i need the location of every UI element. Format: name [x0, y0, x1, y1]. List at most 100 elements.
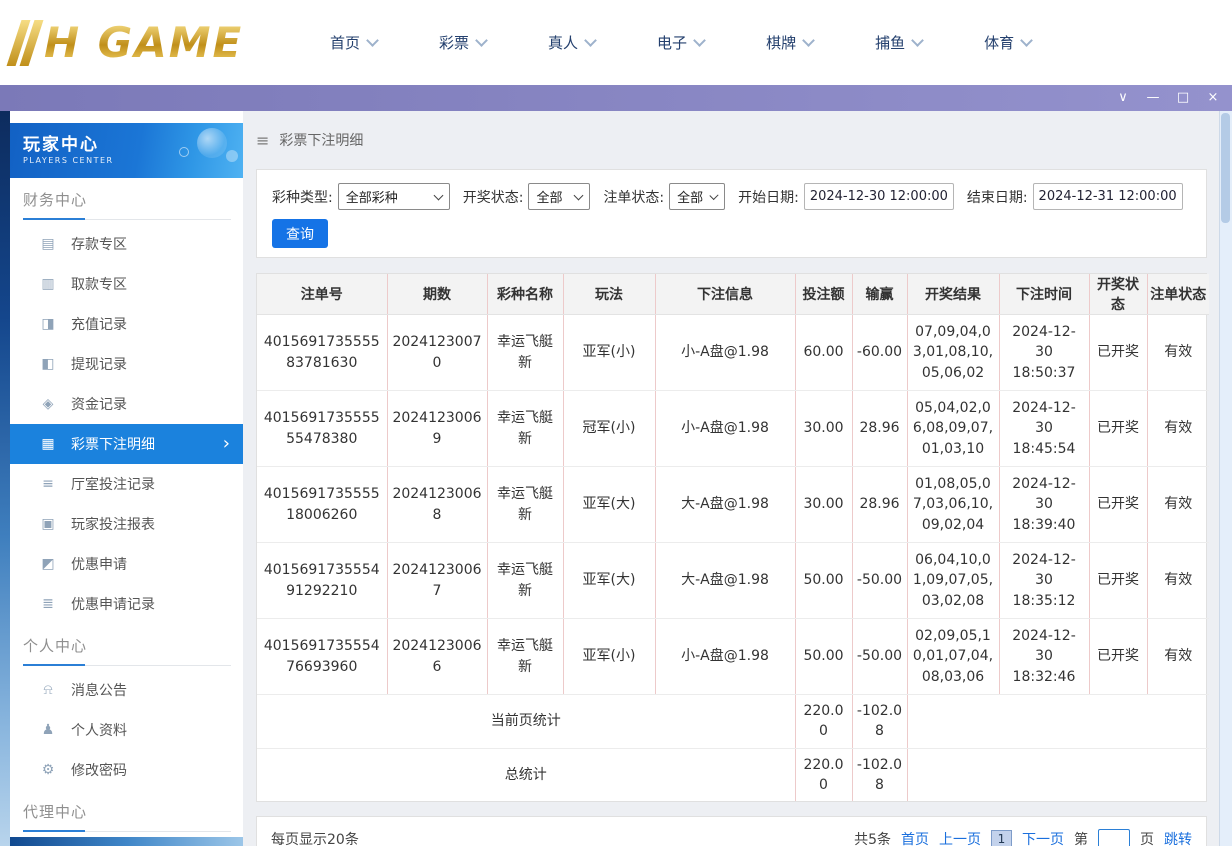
first-page-link[interactable]: 首页 [901, 829, 929, 846]
hall-records-icon: ≡ [40, 476, 56, 492]
table-cell: 401569173555555478380 [257, 391, 387, 467]
hamburger-icon[interactable]: ≡ [256, 131, 269, 150]
sidebar-item-hall-bet-records[interactable]: ≡厅室投注记录 [10, 464, 243, 504]
chevron-down-icon [366, 34, 379, 47]
sidebar-item-promo-apply[interactable]: ◩优惠申请 [10, 544, 243, 584]
sidebar-bottom-bar [10, 837, 243, 846]
chevron-down-icon [584, 34, 597, 47]
table-cell: 28.96 [852, 467, 907, 543]
nav-item-live[interactable]: 真人 [548, 32, 595, 53]
chevron-down-icon [693, 34, 706, 47]
table-cell: 已开奖 [1089, 619, 1147, 695]
end-date-input[interactable] [1033, 183, 1183, 210]
sidebar-header: 玩家中心 PLAYERS CENTER [10, 123, 243, 178]
chevron-down-icon [1020, 34, 1033, 47]
start-date-input[interactable] [804, 183, 954, 210]
table-cell: 已开奖 [1089, 391, 1147, 467]
table-cell: 有效 [1147, 467, 1209, 543]
column-header: 玩法 [563, 274, 655, 315]
table-cell: 亚军(小) [563, 619, 655, 695]
breadcrumb: ≡ 彩票下注明细 [256, 111, 1207, 169]
table-cell: 50.00 [795, 543, 852, 619]
summary-label: 当前页统计 [257, 695, 795, 749]
sidebar-item-label: 彩票下注明细 [71, 434, 155, 454]
sidebar-item-promo-apply-records[interactable]: ≣优惠申请记录 [10, 584, 243, 624]
table-cell: 有效 [1147, 619, 1209, 695]
table-cell: 02,09,05,10,01,07,04,08,03,06 [907, 619, 999, 695]
jump-suffix-label: 页 [1140, 829, 1154, 846]
table-body: 40156917355558378163020241230070幸运飞艇新亚军(… [257, 315, 1209, 802]
column-header: 下注信息 [655, 274, 795, 315]
prev-page-link[interactable]: 上一页 [939, 829, 981, 846]
sidebar-item-withdraw-zone[interactable]: ▥取款专区 [10, 264, 243, 304]
bet-status-select[interactable]: 全部 [669, 183, 725, 210]
sidebar-item-recharge-records[interactable]: ◨充值记录 [10, 304, 243, 344]
table-cell: 20241230068 [387, 467, 487, 543]
sidebar-item-funds-records[interactable]: ◈资金记录 [10, 384, 243, 424]
draw-status-select[interactable]: 全部 [528, 183, 590, 210]
total-count-text: 共5条 [854, 829, 891, 846]
jump-button[interactable]: 跳转 [1164, 829, 1192, 846]
bell-icon: ⍾ [40, 682, 56, 698]
table-cell: -50.00 [852, 543, 907, 619]
start-date-label: 开始日期: [738, 187, 799, 207]
table-cell: 401569173555518006260 [257, 467, 387, 543]
nav-item-electronic[interactable]: 电子 [657, 32, 704, 53]
sidebar-item-change-password[interactable]: ⚙修改密码 [10, 750, 243, 790]
table-cell: 亚军(大) [563, 543, 655, 619]
jump-page-input[interactable] [1098, 829, 1130, 846]
sidebar-menu: 财务中心 ▤存款专区▥取款专区◨充值记录◧提现记录◈资金记录▦彩票下注明细›≡厅室… [10, 189, 243, 832]
table-cell: 已开奖 [1089, 467, 1147, 543]
nav-item-fishing[interactable]: 捕鱼 [875, 32, 922, 53]
table-cell: 大-A盘@1.98 [655, 543, 795, 619]
end-date-label: 结束日期: [967, 187, 1028, 207]
minimize-button[interactable]: — [1138, 85, 1168, 111]
sidebar-item-messages[interactable]: ⍾消息公告 [10, 670, 243, 710]
table-cell: 07,09,04,03,01,08,10,05,06,02 [907, 315, 999, 391]
maximize-button[interactable]: □ [1168, 85, 1198, 111]
lottery-type-label: 彩种类型: [272, 187, 333, 207]
current-page-badge[interactable]: 1 [991, 830, 1012, 846]
table-cell: 30.00 [795, 391, 852, 467]
nav-item-sports[interactable]: 体育 [984, 32, 1031, 53]
column-header: 注单状态 [1147, 274, 1209, 315]
window-left-edge [0, 111, 10, 846]
column-header: 下注时间 [999, 274, 1089, 315]
next-page-link[interactable]: 下一页 [1022, 829, 1064, 846]
sidebar-item-deposit-zone[interactable]: ▤存款专区 [10, 224, 243, 264]
table-row: 40156917355547669396020241230066幸运飞艇新亚军(… [257, 619, 1209, 695]
sidebar-item-lottery-bet-details[interactable]: ▦彩票下注明细› [10, 424, 243, 464]
table-cell: 2024-12-30 18:39:40 [999, 467, 1089, 543]
bubble-decor-icon [226, 150, 238, 162]
close-button[interactable]: × [1198, 85, 1228, 111]
scrollbar-thumb[interactable] [1221, 113, 1230, 223]
chevron-down-icon: ∨ [1118, 90, 1128, 105]
sidebar-item-label: 充值记录 [71, 314, 127, 334]
lottery-type-select[interactable]: 全部彩种 [338, 183, 450, 210]
sidebar-item-withdrawal-records[interactable]: ◧提现记录 [10, 344, 243, 384]
query-button[interactable]: 查询 [272, 219, 328, 248]
table-cell: 有效 [1147, 391, 1209, 467]
scrollbar[interactable] [1219, 111, 1232, 846]
nav-item-home[interactable]: 首页 [330, 32, 377, 53]
nav-item-board-games[interactable]: 棋牌 [766, 32, 813, 53]
summary-row: 总统计220.00-102.08 [257, 748, 1209, 801]
withdrawal-record-icon: ◧ [40, 356, 56, 372]
summary-winloss-total: -102.08 [852, 695, 907, 749]
summary-label: 总统计 [257, 748, 795, 801]
table-cell: 2024-12-30 18:45:54 [999, 391, 1089, 467]
sidebar-section-title: 财务中心 [23, 189, 231, 220]
collapse-button[interactable]: ∨ [1108, 85, 1138, 111]
table-cell: 2024-12-30 18:32:46 [999, 619, 1089, 695]
app-window: H GAME 首页 彩票 真人 电子 棋牌 捕鱼 体育 ∨ —□× 玩家中心 PLAYERS … [0, 0, 1232, 846]
sidebar-item-player-bet-report[interactable]: ▣玩家投注报表 [10, 504, 243, 544]
brand-logo[interactable]: H GAME [14, 18, 282, 67]
column-header: 开奖结果 [907, 274, 999, 315]
table-cell: 60.00 [795, 315, 852, 391]
logo-text: H GAME [44, 18, 243, 67]
sidebar-item-label: 优惠申请 [71, 554, 127, 574]
sidebar-item-profile[interactable]: ♟个人资料 [10, 710, 243, 750]
nav-item-lottery[interactable]: 彩票 [439, 32, 486, 53]
sidebar-item-label: 存款专区 [71, 234, 127, 254]
table-cell: 有效 [1147, 543, 1209, 619]
